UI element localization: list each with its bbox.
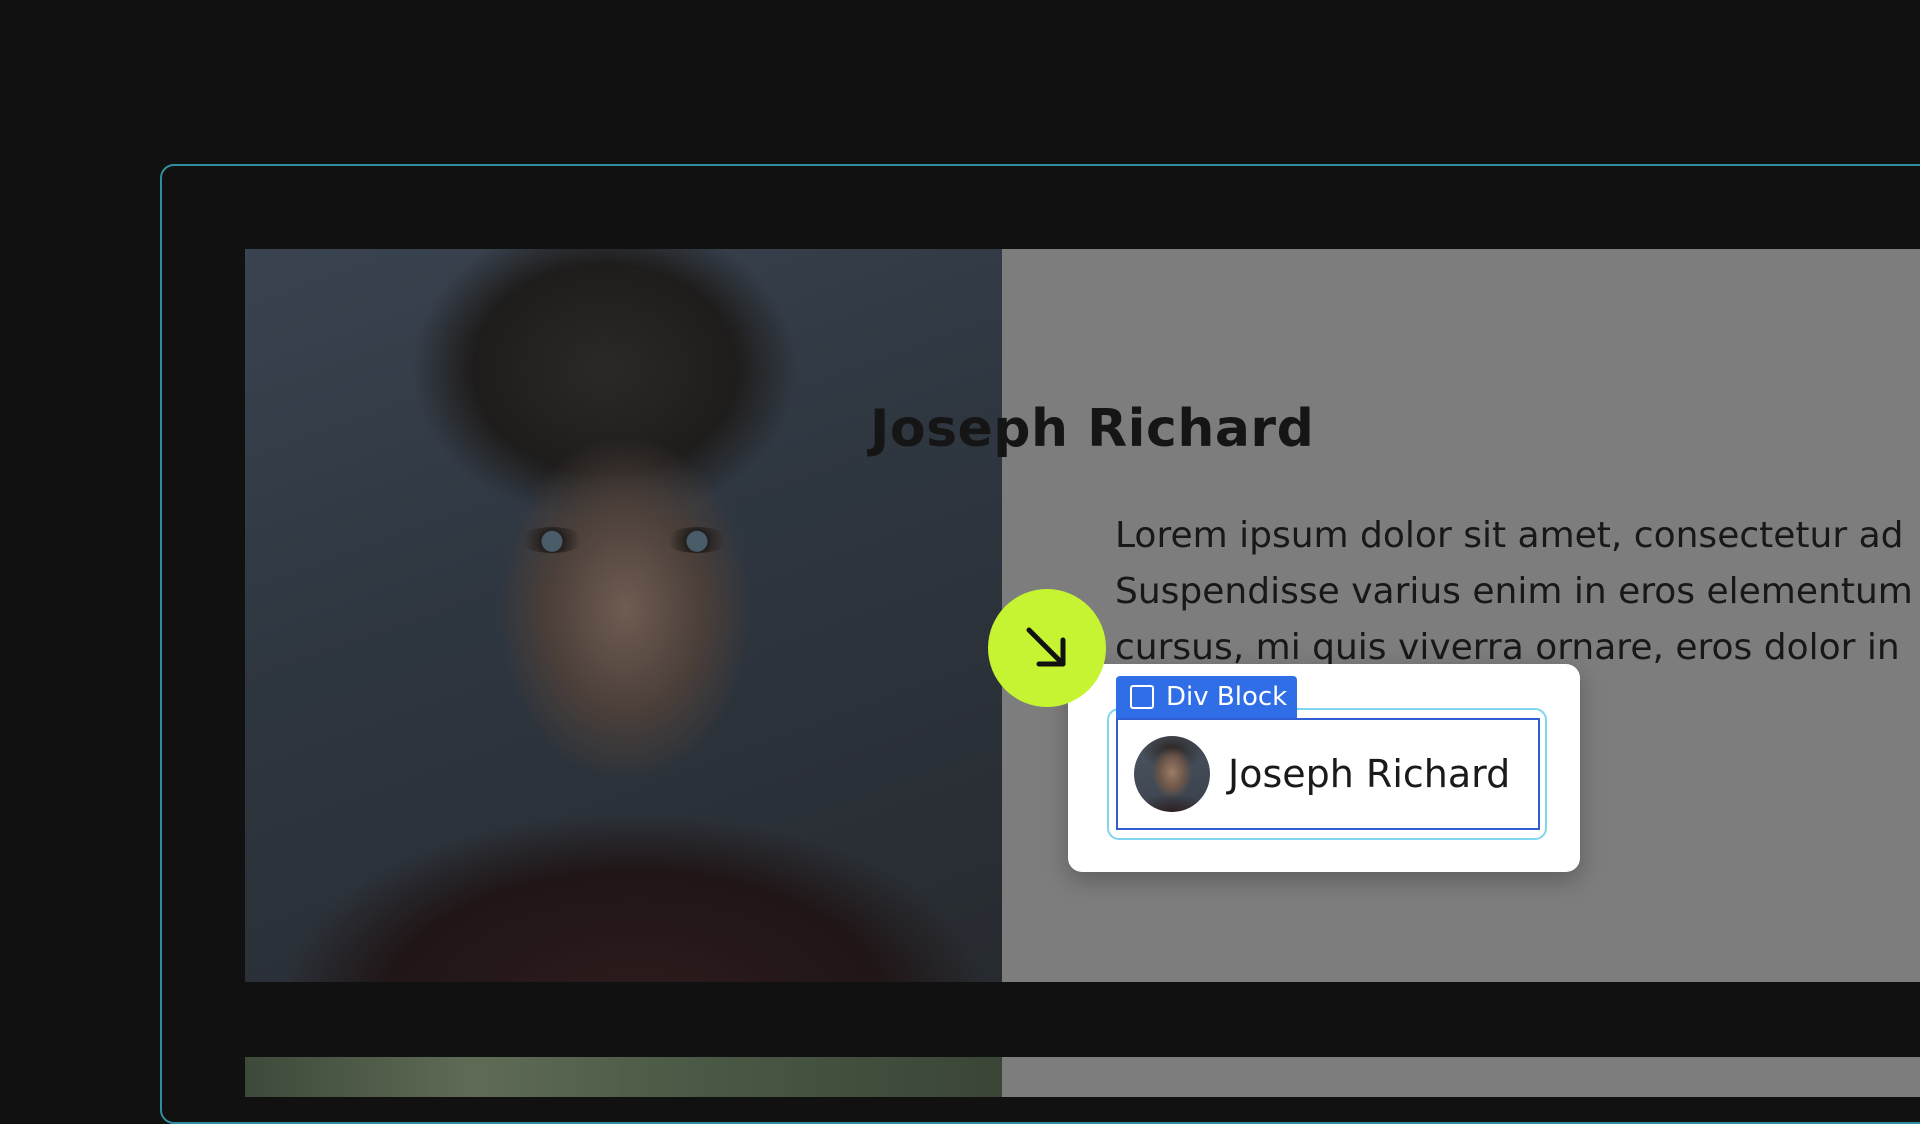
avatar [1134, 736, 1210, 812]
element-type-label: Div Block [1166, 682, 1288, 712]
bio-line: Suspendisse varius enim in eros elementu… [1115, 571, 1913, 612]
element-type-tag[interactable]: Div Block [1116, 676, 1298, 718]
next-profile-card [245, 1057, 1920, 1097]
next-profile-text-panel [1002, 1057, 1920, 1097]
square-icon [1130, 685, 1154, 709]
next-profile-photo [245, 1057, 1002, 1097]
bio-line: Lorem ipsum dolor sit amet, consectetur … [1115, 515, 1904, 556]
avatar-name: Joseph Richard [1228, 752, 1511, 796]
photo-eye-right [665, 527, 729, 553]
photo-eye-left [520, 527, 584, 553]
arrow-down-right-icon [1026, 627, 1066, 667]
cursor-highlight [988, 589, 1106, 707]
profile-bio: Lorem ipsum dolor sit amet, consectetur … [1115, 508, 1920, 678]
profile-photo [245, 249, 1002, 982]
profile-name-heading: Joseph Richard [870, 399, 1315, 459]
selected-div-block[interactable]: Joseph Richard [1116, 718, 1540, 830]
selected-element-popup: Div Block Joseph Richard [1068, 664, 1580, 872]
